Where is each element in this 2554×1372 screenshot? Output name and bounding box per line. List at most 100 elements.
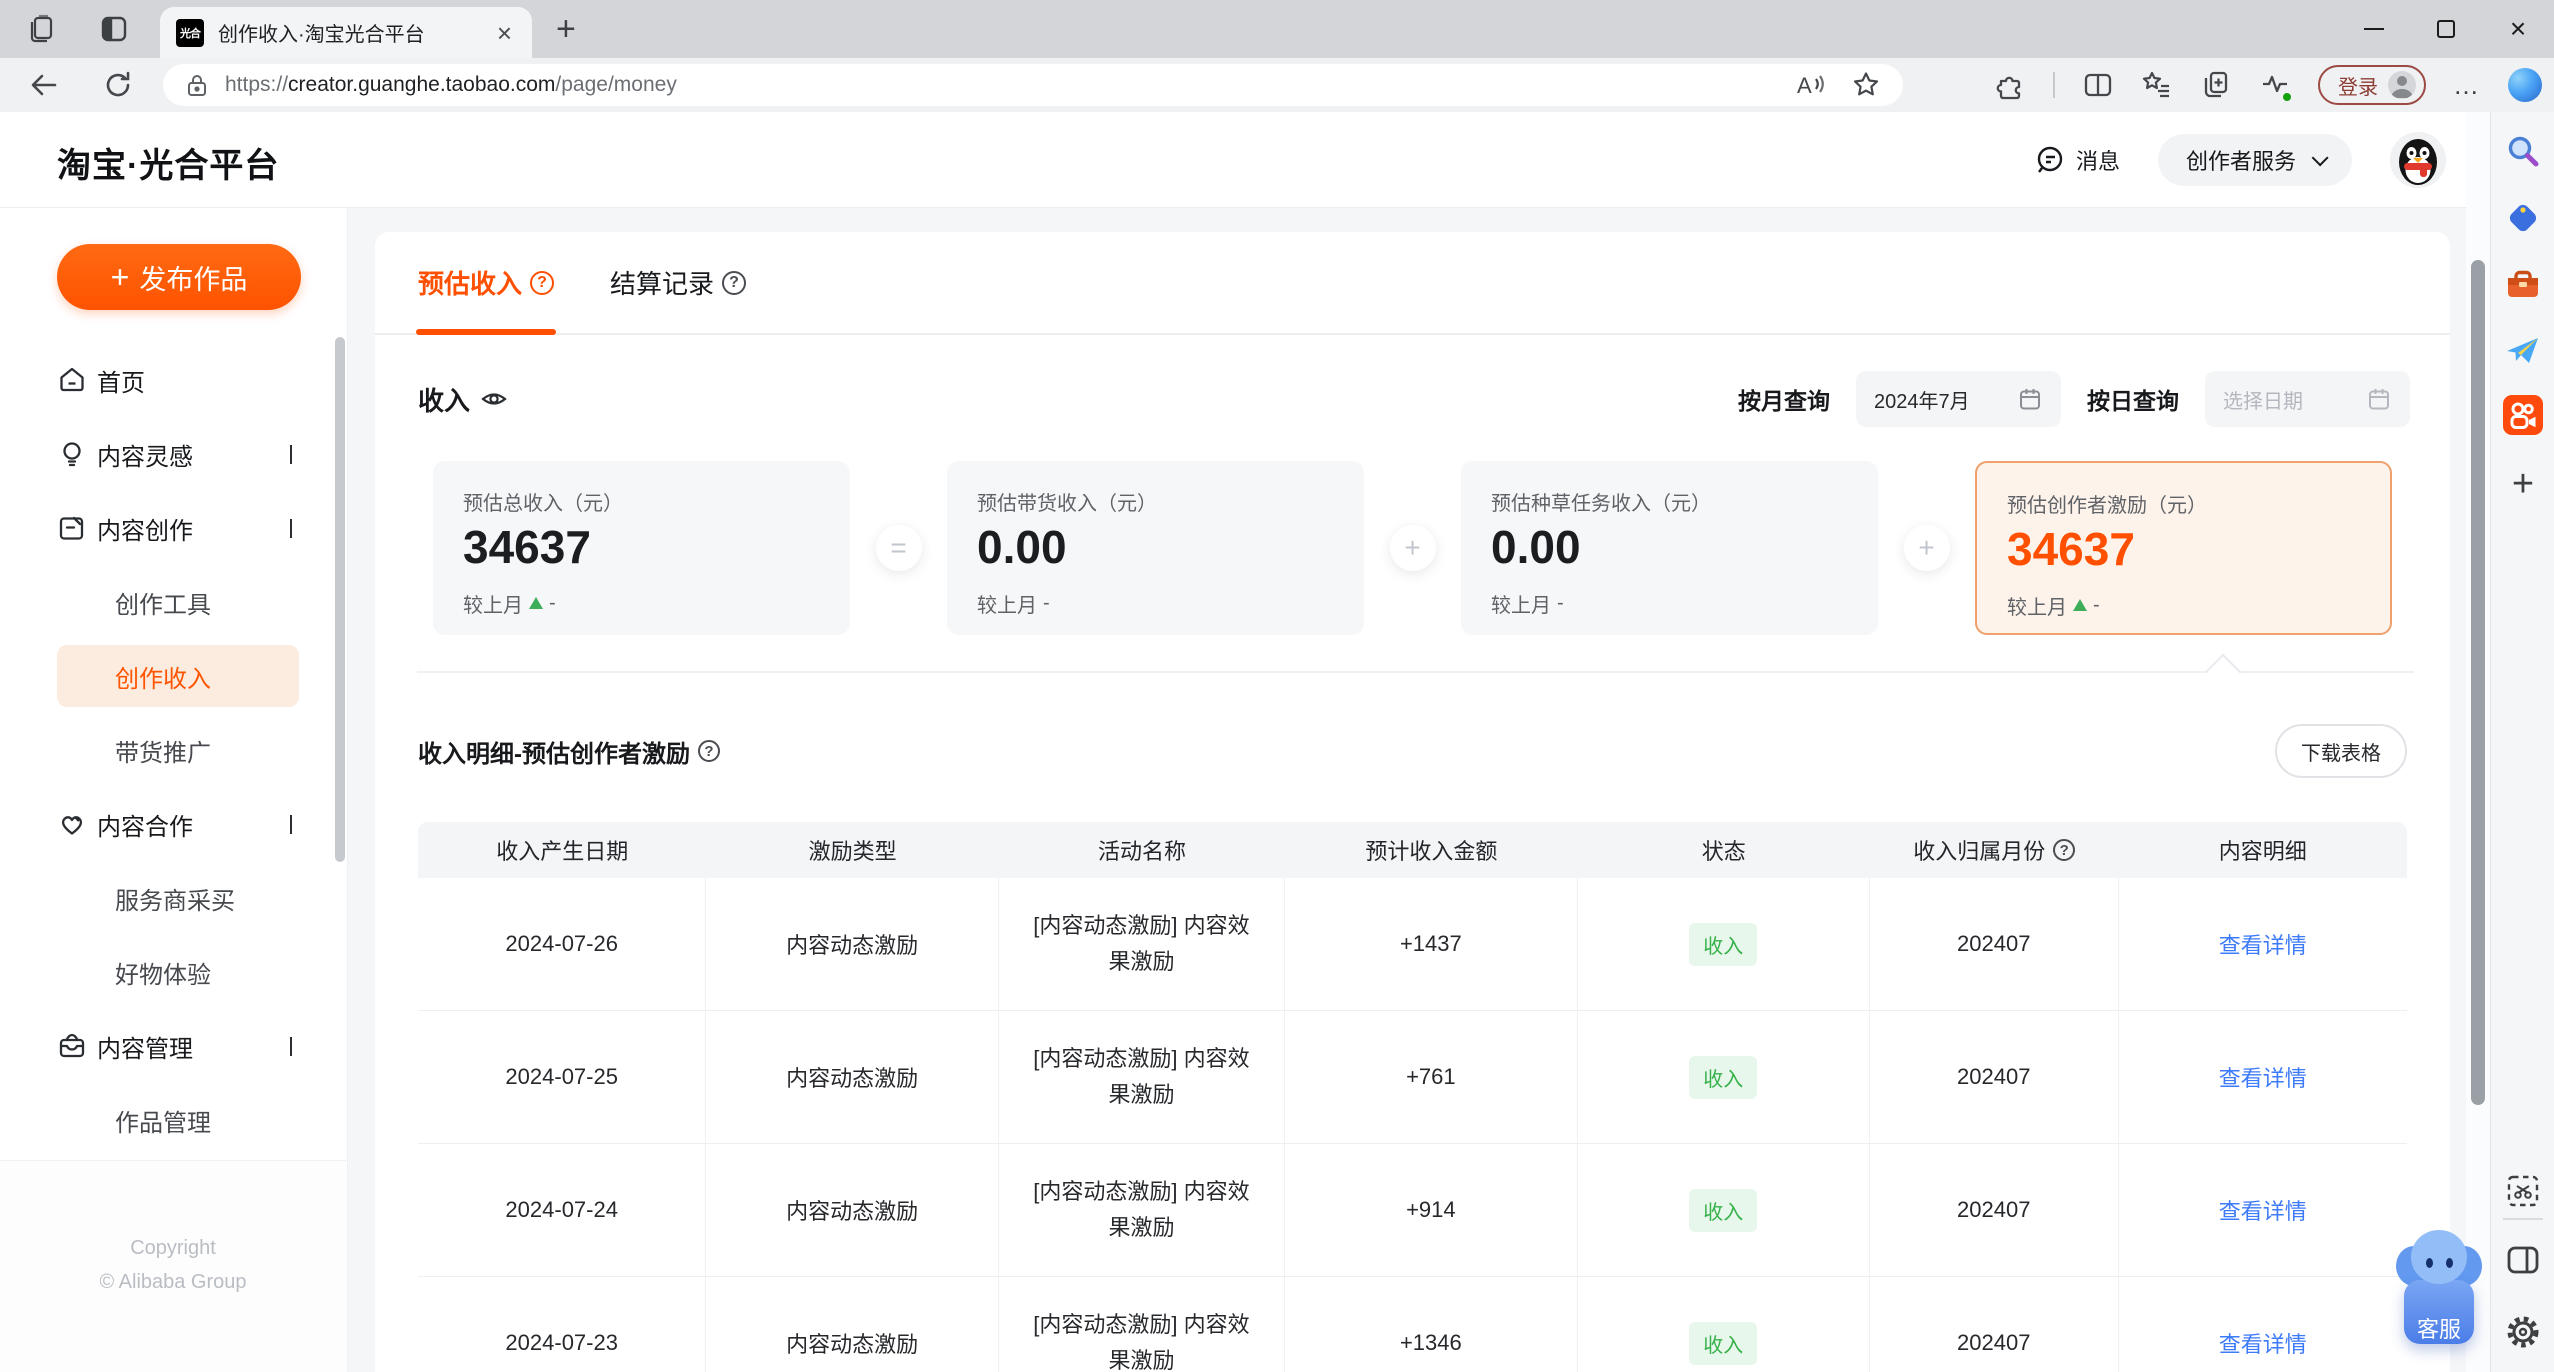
lightbulb-icon xyxy=(57,439,87,469)
new-tab-button[interactable]: + xyxy=(556,10,576,48)
sidebar-menu: 首页 内容灵感 内容创作 创作工具 创作收入 带货推广 内容合作 服务商采买 好… xyxy=(0,343,347,1157)
collections-icon[interactable] xyxy=(2200,69,2232,101)
browser-tab[interactable]: 光合 创作收入·淘宝光合平台 × xyxy=(160,7,532,58)
help-icon[interactable]: ? xyxy=(2053,839,2076,861)
customer-service-widget[interactable]: 客服 xyxy=(2396,1230,2482,1350)
sidebar-item-service-purchase[interactable]: 服务商采买 xyxy=(0,861,347,935)
kuaishou-icon[interactable] xyxy=(2503,395,2543,435)
copilot-icon[interactable] xyxy=(2508,68,2542,102)
chat-bubble-icon xyxy=(2037,146,2063,173)
sidebar-item-home[interactable]: 首页 xyxy=(0,343,347,417)
add-to-sidebar-icon[interactable]: + xyxy=(2503,463,2543,505)
table-row: 2024-07-25 内容动态激励 [内容动态激励] 内容效果激励 +761 收… xyxy=(418,1011,2407,1144)
card-seeding-task-income: 预估种草任务收入（元） 0.00 较上月 - xyxy=(1461,461,1878,635)
income-detail-table: 收入产生日期 激励类型 活动名称 预计收入金额 状态 收入归属月份? 内容明细 … xyxy=(418,822,2407,1372)
detail-section-header: 收入明细-预估创作者激励 ? 下载表格 xyxy=(375,723,2450,779)
favorites-list-icon[interactable] xyxy=(2141,69,2173,101)
view-detail-link[interactable]: 查看详情 xyxy=(2219,1194,2307,1226)
table-header-row: 收入产生日期 激励类型 活动名称 预计收入金额 状态 收入归属月份? 内容明细 xyxy=(418,822,2407,878)
help-icon[interactable]: ? xyxy=(722,270,747,295)
publish-work-button[interactable]: + 发布作品 xyxy=(57,244,301,310)
split-view-icon[interactable] xyxy=(2503,1240,2543,1280)
scrollbar-thumb[interactable] xyxy=(2471,260,2485,1105)
elephant-head-icon xyxy=(2411,1230,2467,1284)
section-divider xyxy=(417,671,2414,673)
site-favicon: 光合 xyxy=(176,18,204,47)
read-aloud-icon[interactable]: A xyxy=(1795,70,1825,100)
th-activity: 活动名称 xyxy=(1097,839,1186,864)
search-icon[interactable] xyxy=(2503,131,2543,171)
home-icon xyxy=(57,365,87,395)
help-icon[interactable]: ? xyxy=(698,740,720,762)
plus-icon: + xyxy=(1903,525,1950,571)
card-creator-incentive[interactable]: 预估创作者激励（元） 34637 较上月 - xyxy=(1975,461,2392,635)
table-row: 2024-07-23 内容动态激励 [内容动态激励] 内容效果激励 +1346 … xyxy=(418,1277,2407,1372)
send-plane-icon[interactable] xyxy=(2503,330,2543,370)
chevron-down-icon xyxy=(2311,149,2329,167)
sidebar-item-creation-tools[interactable]: 创作工具 xyxy=(0,565,347,639)
sidebar-item-content-cooperation[interactable]: 内容合作 xyxy=(0,787,347,861)
page-scrollbar[interactable] xyxy=(2466,112,2490,1372)
extensions-icon[interactable] xyxy=(1994,69,2026,101)
edge-side-rail: + xyxy=(2490,112,2554,1372)
th-amount: 预计收入金额 xyxy=(1365,839,1498,864)
main-area: 预估收入 ? 结算记录 ? 收入 按月查询 2024年7月 按日查询 选择日期 … xyxy=(348,208,2466,1372)
help-icon[interactable]: ? xyxy=(530,270,555,295)
stat-cards: 预估总收入（元） 34637 较上月 - = 预估带货收入（元） 0.00 较上月… xyxy=(375,461,2450,635)
favorite-star-icon[interactable] xyxy=(1851,70,1881,100)
minimize-button[interactable] xyxy=(2338,0,2410,58)
sidebar-item-content-management[interactable]: 内容管理 xyxy=(0,1009,347,1083)
day-picker-input[interactable]: 选择日期 xyxy=(2205,371,2410,427)
status-badge: 收入 xyxy=(1689,1055,1758,1099)
download-table-button[interactable]: 下载表格 xyxy=(2275,724,2407,778)
screenshot-icon[interactable] xyxy=(2503,1171,2543,1211)
toolbar-divider xyxy=(2053,72,2055,98)
edit-document-icon xyxy=(57,513,87,543)
view-detail-link[interactable]: 查看详情 xyxy=(2219,1061,2307,1093)
sidebar-item-sales-promotion[interactable]: 带货推广 xyxy=(0,713,347,787)
income-title: 收入 xyxy=(418,381,508,418)
eye-icon[interactable] xyxy=(480,385,508,413)
view-detail-link[interactable]: 查看详情 xyxy=(2219,928,2307,960)
back-icon[interactable] xyxy=(28,69,60,101)
site-logo[interactable]: 淘宝·光合平台 xyxy=(57,138,279,187)
refresh-icon[interactable] xyxy=(102,69,134,101)
shopping-tag-icon[interactable] xyxy=(2503,198,2543,238)
maximize-button[interactable] xyxy=(2410,0,2482,58)
th-detail: 内容明细 xyxy=(2218,839,2307,864)
creator-service-dropdown[interactable]: 创作者服务 xyxy=(2157,134,2352,186)
settings-gear-icon[interactable] xyxy=(2503,1312,2543,1352)
sidebar-item-works-management[interactable]: 作品管理 xyxy=(0,1083,347,1157)
sidebar-scrollbar[interactable] xyxy=(335,337,345,862)
url-text: https://creator.guanghe.taobao.com/page/… xyxy=(225,73,677,96)
login-button[interactable]: 登录 xyxy=(2318,65,2426,105)
sidebar-item-content-creation[interactable]: 内容创作 xyxy=(0,491,347,565)
rail-divider xyxy=(2503,1218,2543,1220)
tab-close-icon[interactable]: × xyxy=(493,20,516,46)
copyright-text: Copyright © Alibaba Group xyxy=(99,1237,247,1293)
month-picker-input[interactable]: 2024年7月 xyxy=(1856,371,2061,427)
sidebar-item-creation-income[interactable]: 创作收入 xyxy=(0,639,347,713)
address-bar[interactable]: https://creator.guanghe.taobao.com/page/… xyxy=(163,64,1903,106)
tab-estimated-income[interactable]: 预估收入 ? xyxy=(415,232,557,335)
lock-icon xyxy=(185,72,209,98)
sidebar-item-product-experience[interactable]: 好物体验 xyxy=(0,935,347,1009)
card-sales-income: 预估带货收入（元） 0.00 较上月 - xyxy=(947,461,1364,635)
user-avatar[interactable] xyxy=(2390,132,2446,188)
profile-avatar-icon xyxy=(2388,71,2416,99)
close-button[interactable]: × xyxy=(2482,0,2554,58)
tab-settlement-record[interactable]: 结算记录 ? xyxy=(610,232,747,333)
messages-button[interactable]: 消息 xyxy=(2034,144,2120,176)
split-screen-icon[interactable] xyxy=(2082,69,2114,101)
filter-day-label: 按日查询 xyxy=(2087,388,2179,414)
toolbox-icon[interactable] xyxy=(2503,265,2543,305)
browser-essentials-icon[interactable] xyxy=(2259,69,2293,103)
content-panel: 预估收入 ? 结算记录 ? 收入 按月查询 2024年7月 按日查询 选择日期 … xyxy=(375,232,2450,1372)
workspaces-icon[interactable] xyxy=(26,13,58,45)
sidebar-item-content-inspiration[interactable]: 内容灵感 xyxy=(0,417,347,491)
sidebar-footer: Copyright © Alibaba Group xyxy=(0,1160,346,1372)
settings-more-icon[interactable]: … xyxy=(2453,70,2481,101)
view-detail-link[interactable]: 查看详情 xyxy=(2219,1327,2307,1359)
up-arrow-icon xyxy=(2073,599,2087,612)
tab-actions-icon[interactable] xyxy=(98,13,130,45)
